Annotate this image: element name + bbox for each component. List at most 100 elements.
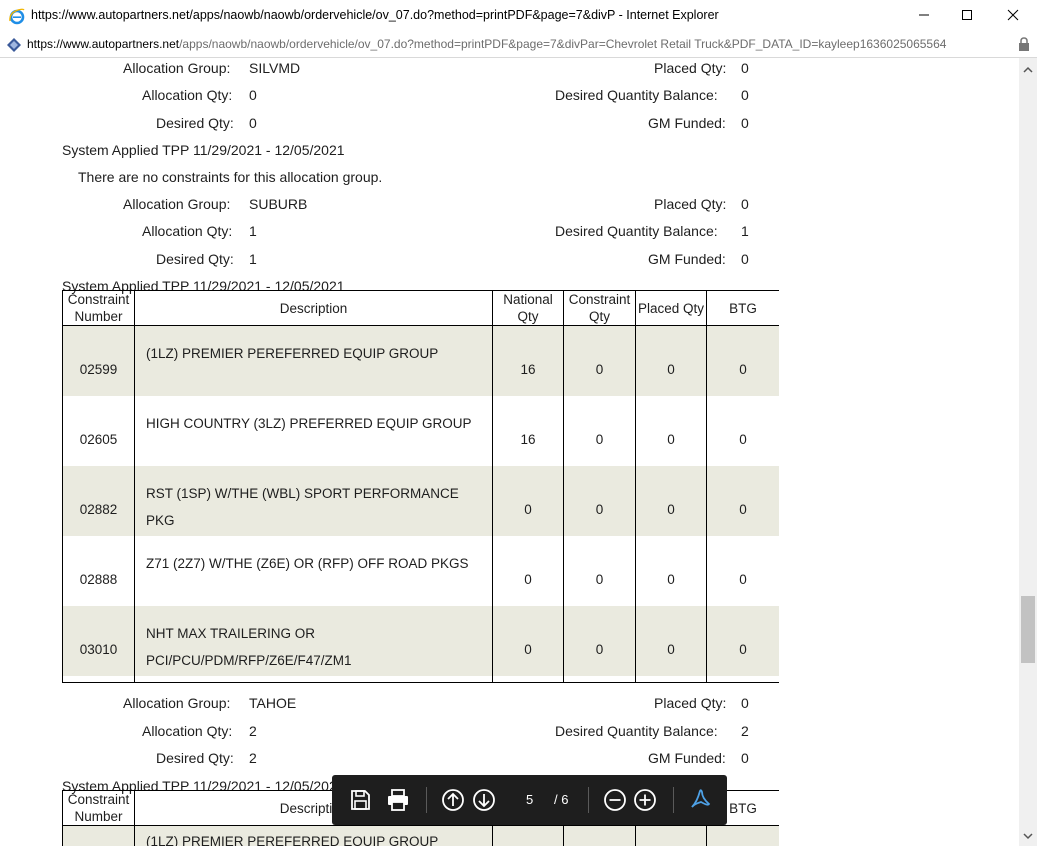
row-placed-qty: 0 (635, 606, 707, 676)
allocation-qty-value: 1 (249, 223, 257, 239)
placed-qty-label: Placed Qty: (654, 196, 727, 212)
table-row: 02888 Z71 (2Z7) W/THE (Z6E) OR (RFP) OFF … (62, 536, 779, 606)
lock-icon[interactable] (1018, 37, 1030, 51)
allocation-qty-label: Allocation Qty: (142, 223, 233, 239)
row-constraint-qty: 0 (563, 606, 636, 676)
gm-funded-label: GM Funded: (648, 750, 726, 766)
desired-balance-label: Desired Quantity Balance: (555, 223, 718, 239)
row-constraint-qty: 0 (563, 536, 636, 606)
allocation-group-value: TAHOE (249, 695, 297, 711)
gm-funded-value: 0 (741, 750, 749, 766)
header-constraint-number: Constraint Number (62, 790, 135, 826)
row-constraint-number: 03010 (62, 606, 135, 676)
placed-qty-value: 0 (741, 60, 749, 76)
maximize-icon (962, 10, 972, 20)
vertical-scrollbar[interactable] (1019, 58, 1037, 846)
close-button[interactable] (990, 0, 1036, 30)
table-row: (1LZ) PREMIER PEREFERRED EQUIP GROUP (62, 825, 779, 846)
table-row: 03071(1LZ) PREMIER TRIM W/Y74/PCU/RGK PA… (62, 676, 779, 682)
maximize-button[interactable] (944, 0, 990, 30)
close-icon (1007, 9, 1019, 21)
acrobat-icon[interactable] (688, 788, 712, 812)
next-page-icon[interactable] (472, 788, 496, 812)
toolbar-separator (426, 787, 427, 813)
total-pages: / 6 (554, 792, 569, 807)
desired-qty-value: 2 (249, 750, 257, 766)
row-placed-qty: 0 (635, 396, 707, 466)
constraints-table-wrapper: Constraint Number Description National Q… (62, 290, 779, 683)
row-btg: 0 (706, 536, 779, 606)
address-bar[interactable]: https://www.autopartners.net/apps/naowb/… (0, 32, 1037, 58)
row-constraint-qty: 0 (563, 325, 636, 396)
header-placed-qty: Placed Qty (635, 290, 707, 326)
window-titlebar: https://www.autopartners.net/apps/naowb/… (0, 0, 1037, 32)
current-page-input[interactable]: 5 (526, 792, 533, 807)
row-national-qty: 16 (492, 325, 564, 396)
zoom-in-icon[interactable] (633, 788, 657, 812)
table-row: 02599 (1LZ) PREMIER PEREFERRED EQUIP GROU… (62, 325, 779, 396)
desired-balance-label: Desired Quantity Balance: (555, 723, 718, 739)
site-icon (7, 38, 21, 52)
desired-qty-value: 1 (249, 251, 257, 267)
no-constraints-message: There are no constraints for this alloca… (78, 169, 383, 185)
zoom-out-icon[interactable] (603, 788, 627, 812)
scroll-down-icon[interactable] (1022, 830, 1034, 842)
row-placed-qty: 0 (635, 466, 707, 536)
row-national-qty: 0 (492, 676, 564, 682)
table-row: 02882 RST (1SP) W/THE (WBL) SPORT PERFORM… (62, 466, 779, 536)
row-national-qty: 16 (492, 396, 564, 466)
url-text[interactable]: https://www.autopartners.net/apps/naowb/… (27, 37, 946, 51)
desired-qty-label: Desired Qty: (156, 115, 234, 131)
scroll-thumb[interactable] (1021, 596, 1035, 663)
gm-funded-value: 0 (741, 115, 749, 131)
row-description: NHT MAX TRAILERING OR PCI/PCU/PDM/RFP/Z6… (146, 626, 352, 668)
pdf-toolbar: 5 / 6 (332, 775, 727, 825)
allocation-group-value: SILVMD (249, 60, 301, 76)
allocation-qty-label: Allocation Qty: (142, 87, 233, 103)
header-national-qty: National Qty (492, 290, 564, 326)
row-constraint-number: 02888 (62, 536, 135, 606)
row-description: (1LZ) PREMIER PEREFERRED EQUIP GROUP (146, 346, 439, 361)
row-constraint-qty: 0 (563, 396, 636, 466)
desired-qty-label: Desired Qty: (156, 251, 234, 267)
row-constraint-qty: 0 (563, 676, 636, 682)
internet-explorer-icon (9, 8, 25, 25)
allocation-qty-label: Allocation Qty: (142, 723, 233, 739)
minimize-button[interactable] (901, 0, 947, 30)
allocation-qty-value: 2 (249, 723, 257, 739)
placed-qty-label: Placed Qty: (654, 695, 727, 711)
toolbar-separator (673, 787, 674, 813)
desired-balance-value: 0 (741, 87, 749, 103)
header-description: Description (134, 290, 493, 326)
row-placed-qty: 0 (635, 536, 707, 606)
row-description: Z71 (2Z7) W/THE (Z6E) OR (RFP) OFF ROAD … (146, 556, 469, 571)
allocation-group-value: SUBURB (249, 196, 308, 212)
scroll-up-icon[interactable] (1022, 64, 1034, 76)
row-description: HIGH COUNTRY (3LZ) PREFERRED EQUIP GROUP (146, 416, 472, 431)
row-constraint-qty: 0 (563, 466, 636, 536)
previous-page-icon[interactable] (441, 788, 465, 812)
row-description: RST (1SP) W/THE (WBL) SPORT PERFORMANCE … (146, 486, 459, 528)
print-icon[interactable] (386, 788, 410, 812)
gm-funded-value: 0 (741, 251, 749, 267)
row-btg: 0 (706, 676, 779, 682)
row-constraint-number: 02882 (62, 466, 135, 536)
table-row: 03010 NHT MAX TRAILERING OR PCI/PCU/PDM/R… (62, 606, 779, 676)
row-btg: 0 (706, 396, 779, 466)
gm-funded-label: GM Funded: (648, 115, 726, 131)
placed-qty-label: Placed Qty: (654, 60, 727, 76)
desired-balance-value: 1 (741, 223, 749, 239)
desired-qty-label: Desired Qty: (156, 750, 234, 766)
header-constraint-number: Constraint Number (62, 290, 135, 326)
row-placed-qty: 0 (635, 325, 707, 396)
row-placed-qty: 0 (635, 676, 707, 682)
gm-funded-label: GM Funded: (648, 251, 726, 267)
header-btg: BTG (706, 290, 779, 326)
minimize-icon (919, 14, 929, 16)
pdf-document-view[interactable]: Allocation Group: SILVMD Placed Qty: 0 A… (0, 58, 1019, 846)
allocation-group-label: Allocation Group: (123, 695, 231, 711)
save-icon[interactable] (348, 788, 372, 812)
allocation-group-label: Allocation Group: (123, 196, 231, 212)
placed-qty-value: 0 (741, 196, 749, 212)
row-national-qty: 0 (492, 606, 564, 676)
